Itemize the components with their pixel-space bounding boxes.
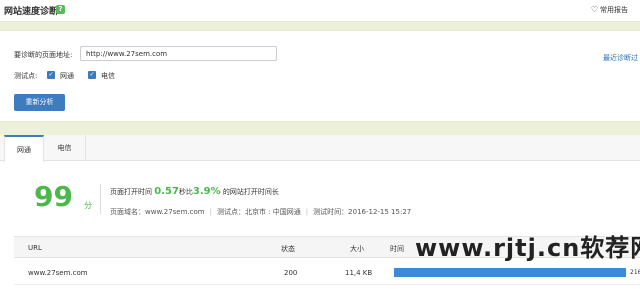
domain-label: 页面域名：: [110, 208, 145, 216]
load-summary: 页面打开时间 0.57秒比3.9% 的网站打开时间长: [110, 186, 279, 197]
row-url: www.27sem.com: [28, 269, 88, 277]
telecom-checkbox[interactable]: ✓: [88, 71, 96, 79]
summary-suffix: 的网站打开时间长: [222, 188, 279, 196]
favorite-label: 常用报告: [600, 6, 628, 14]
reanalyze-button[interactable]: 重新分析: [14, 94, 65, 111]
tab-telecom[interactable]: 电信: [44, 135, 86, 161]
percent-value: 3.9%: [192, 186, 221, 197]
load-time: 0.57: [154, 186, 179, 197]
diagnose-form: [0, 30, 640, 122]
favorite-report-link[interactable]: ♡ 常用报告: [591, 5, 628, 15]
divider-band-2: [0, 122, 640, 135]
divider-band: [0, 22, 640, 30]
page-header: 网站速度诊断 ? ♡ 常用报告: [0, 0, 640, 22]
heart-icon: ♡: [590, 5, 598, 14]
test-meta: 页面域名：www.27sem.com | 测试点：北京市 : 中国网通 | 测试时间：2…: [110, 208, 412, 216]
telecom-option-label: 电信: [101, 72, 115, 80]
col-time: 时间: [390, 245, 404, 253]
row-size: 11,4 KB: [345, 269, 373, 277]
row-time: 216ms: [630, 269, 640, 276]
tab-netcom[interactable]: 网通: [4, 135, 44, 162]
test-point-label: 测试点:: [14, 72, 38, 80]
point-label: 测试点：: [216, 208, 245, 216]
watermark: www.rjtj.cn软荐网: [415, 234, 640, 262]
col-size: 大小: [350, 245, 364, 253]
summary-prefix: 页面打开时间: [110, 188, 152, 196]
netcom-checkbox[interactable]: ✓: [47, 71, 55, 79]
url-label: 要诊断的页面地址:: [14, 51, 73, 59]
tab-bar: 网通 电信: [0, 135, 640, 162]
domain-value: www.27sem.com: [145, 208, 205, 216]
summary-mid: 秒比: [178, 188, 193, 196]
score-divider: [100, 184, 101, 214]
netcom-option-label: 网通: [60, 72, 74, 80]
recent-diagnosed-link[interactable]: 最近诊断过: [603, 53, 638, 63]
url-input[interactable]: http://www.27sem.com: [80, 46, 277, 61]
score-value: 99: [34, 180, 73, 213]
row-status: 200: [284, 269, 298, 277]
score-unit: 分: [84, 201, 92, 210]
time-label: 测试时间：: [313, 208, 349, 216]
time-bar: [394, 268, 626, 277]
help-icon[interactable]: ?: [56, 5, 65, 14]
point-value: 北京市 : 中国网通: [244, 208, 301, 216]
page-title: 网站速度诊断: [4, 7, 59, 17]
time-value: 2016-12-15 15:27: [348, 208, 412, 216]
col-url: URL: [28, 244, 42, 252]
col-status: 状态: [281, 245, 295, 253]
